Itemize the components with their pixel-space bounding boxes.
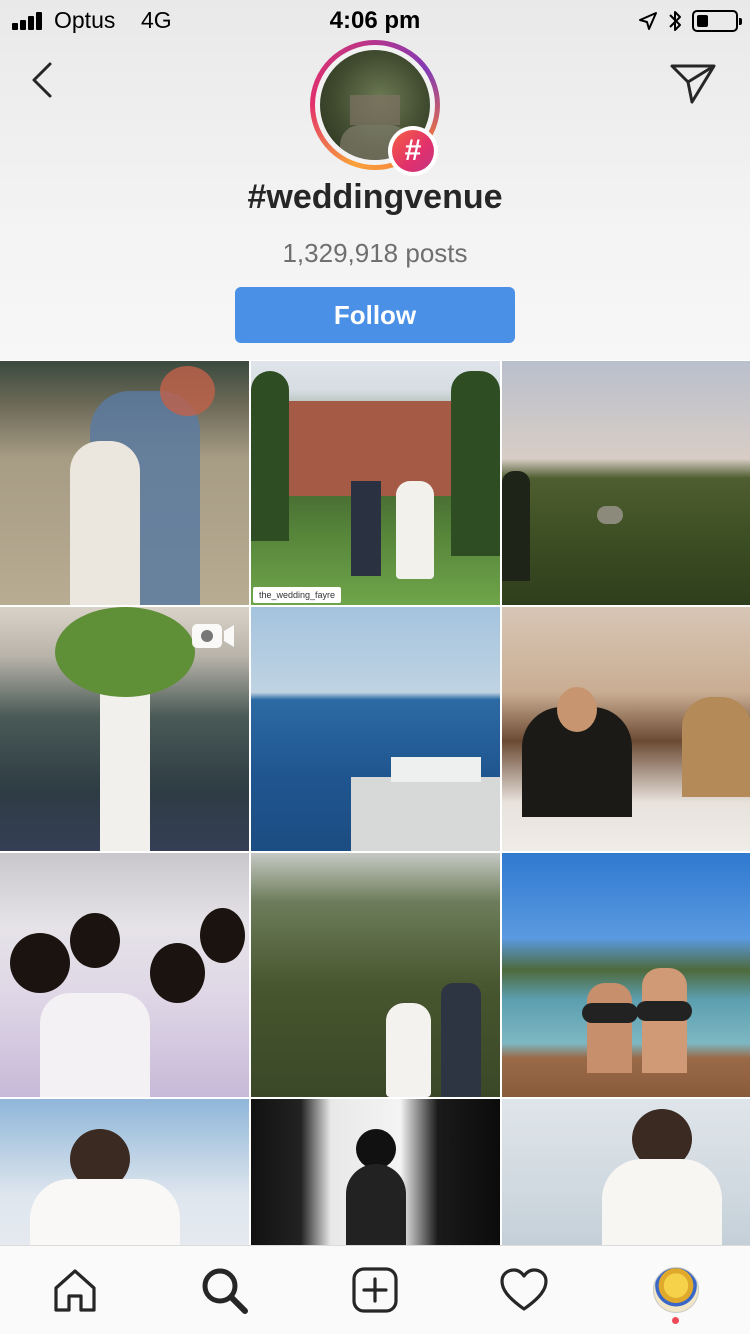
tab-home[interactable] xyxy=(49,1264,101,1316)
grid-post-12[interactable] xyxy=(502,1099,750,1245)
tab-search[interactable] xyxy=(198,1264,250,1316)
grid-post-3[interactable] xyxy=(502,361,750,605)
hashtag-badge: # xyxy=(388,126,438,176)
grid-post-8[interactable] xyxy=(251,853,500,1097)
tab-new-post[interactable] xyxy=(349,1264,401,1316)
bluetooth-icon xyxy=(669,11,681,31)
grid-post-6[interactable] xyxy=(502,607,750,851)
bottom-tab-bar xyxy=(0,1245,750,1334)
grid-post-11[interactable] xyxy=(251,1099,500,1245)
hashtag-icon: # xyxy=(392,130,434,172)
back-chevron-icon[interactable] xyxy=(22,58,62,102)
grid-post-7[interactable] xyxy=(0,853,249,1097)
video-camera-icon xyxy=(192,624,234,648)
grid-post-5[interactable] xyxy=(251,607,500,851)
activity-heart-icon xyxy=(500,1268,548,1311)
home-icon xyxy=(54,1269,96,1312)
location-arrow-icon xyxy=(639,12,657,30)
grid-post-9[interactable] xyxy=(502,853,750,1097)
battery-icon xyxy=(692,10,742,32)
grid-post-4[interactable] xyxy=(0,607,249,851)
tab-activity[interactable] xyxy=(498,1264,550,1316)
post-grid: the_wedding_fayre xyxy=(0,361,750,1245)
grid-post-2[interactable]: the_wedding_fayre xyxy=(251,361,500,605)
status-bar: Optus 4G 4:06 pm xyxy=(0,0,750,42)
notification-dot xyxy=(672,1317,679,1324)
paper-plane-icon[interactable] xyxy=(668,60,718,106)
hashtag-header: Optus 4G 4:06 pm # #weddingvenue 1,329,9… xyxy=(0,0,750,360)
grid-post-1[interactable] xyxy=(0,361,249,605)
post-count: 1,329,918 posts xyxy=(282,238,468,268)
repost-credit: the_wedding_fayre xyxy=(253,587,342,603)
battery-level xyxy=(697,15,708,27)
profile-avatar xyxy=(653,1267,699,1313)
search-icon xyxy=(202,1268,248,1314)
grid-post-10[interactable] xyxy=(0,1099,249,1245)
hashtag-title: #weddingvenue xyxy=(247,178,503,216)
follow-button[interactable]: Follow xyxy=(235,287,515,343)
tab-profile[interactable] xyxy=(650,1264,702,1316)
add-post-icon xyxy=(352,1267,398,1313)
